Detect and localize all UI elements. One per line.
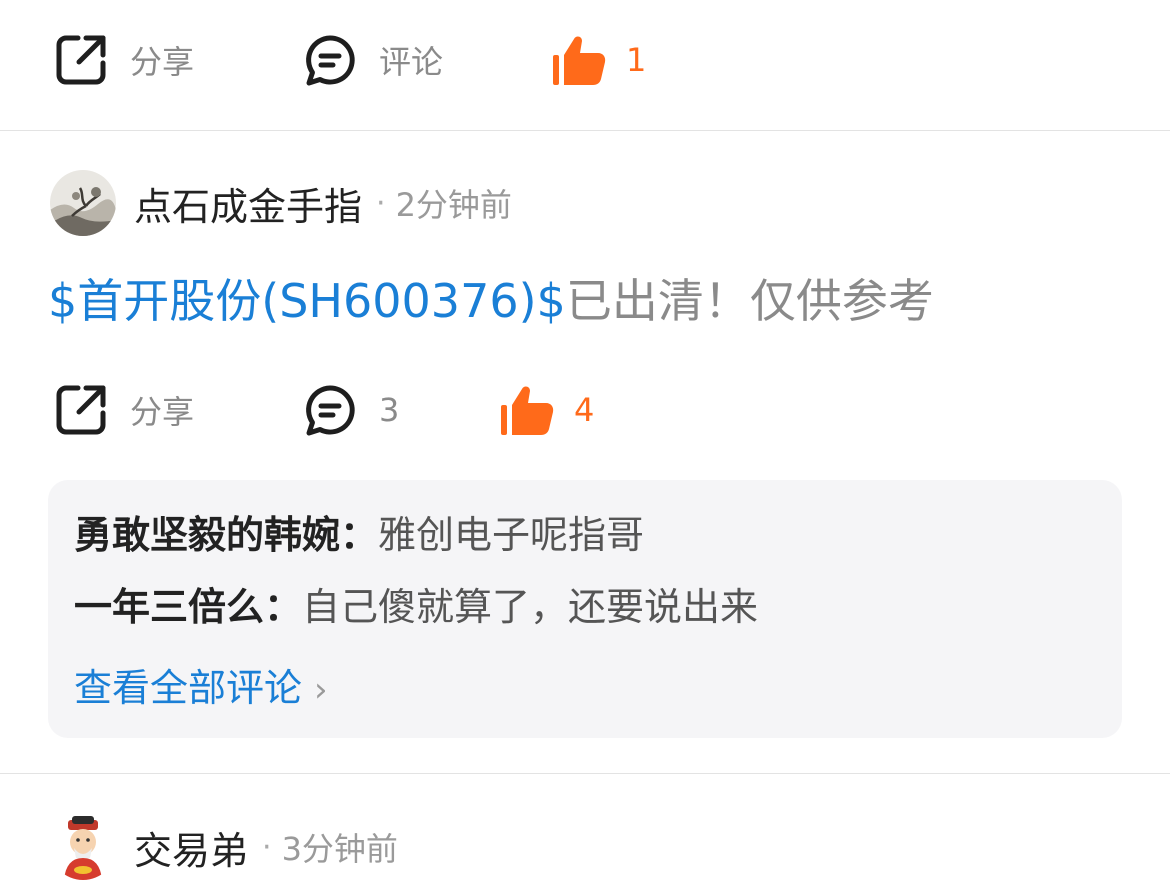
divider bbox=[0, 130, 1170, 131]
share-button[interactable]: 分享 bbox=[54, 380, 194, 440]
share-icon bbox=[54, 383, 108, 437]
comments-preview: 勇敢坚毅的韩婉：雅创电子呢指哥 一年三倍么：自己傻就算了，还要说出来 查看全部评… bbox=[48, 480, 1122, 738]
comment-text: 自己傻就算了，还要说出来 bbox=[302, 585, 759, 629]
next-post-author-row: 交易弟 · 3分钟前 bbox=[50, 814, 398, 880]
view-all-label: 查看全部评论 bbox=[74, 666, 303, 710]
share-icon bbox=[54, 33, 108, 87]
post-text: $首开股份(SH600376)$已出清！仅供参考 bbox=[48, 270, 934, 332]
post-time: 3分钟前 bbox=[281, 830, 398, 868]
comment-label: 评论 bbox=[379, 43, 444, 81]
like-button[interactable]: 1 bbox=[552, 30, 646, 90]
view-all-comments-link[interactable]: 查看全部评论 › bbox=[74, 662, 328, 716]
thumbs-up-icon bbox=[552, 33, 608, 87]
comment-item[interactable]: 一年三倍么：自己傻就算了，还要说出来 bbox=[74, 581, 758, 633]
like-count: 4 bbox=[574, 391, 595, 429]
divider bbox=[0, 773, 1170, 774]
comment-count: 3 bbox=[379, 391, 400, 429]
comment-button[interactable]: 评论 bbox=[303, 30, 443, 90]
avatar[interactable] bbox=[50, 814, 116, 880]
comment-button[interactable]: 3 bbox=[303, 380, 399, 440]
separator-dot: · bbox=[262, 829, 272, 865]
avatar[interactable] bbox=[50, 170, 116, 236]
comment-author: 勇敢坚毅的韩婉： bbox=[74, 513, 379, 557]
separator-dot: · bbox=[376, 185, 386, 221]
like-count: 1 bbox=[626, 41, 647, 79]
share-label: 分享 bbox=[130, 393, 195, 431]
top-action-bar: 分享 评论 1 bbox=[0, 30, 1170, 90]
comment-bubble-icon bbox=[303, 383, 357, 437]
post-author-row: 点石成金手指 · 2分钟前 bbox=[50, 170, 512, 236]
post-body: 已出清！仅供参考 bbox=[565, 274, 934, 328]
author-name[interactable]: 交易弟 bbox=[134, 820, 248, 875]
comment-author: 一年三倍么： bbox=[74, 585, 303, 629]
chevron-right-icon: › bbox=[314, 670, 328, 710]
author-name[interactable]: 点石成金手指 bbox=[134, 176, 362, 231]
stock-link[interactable]: $首开股份(SH600376)$ bbox=[48, 274, 566, 328]
share-button[interactable]: 分享 bbox=[54, 30, 194, 90]
thumbs-up-icon bbox=[500, 383, 556, 437]
comment-bubble-icon bbox=[303, 33, 357, 87]
post-time: 2分钟前 bbox=[395, 186, 512, 224]
comment-item[interactable]: 勇敢坚毅的韩婉：雅创电子呢指哥 bbox=[74, 509, 644, 561]
like-button[interactable]: 4 bbox=[500, 380, 594, 440]
share-label: 分享 bbox=[130, 43, 195, 81]
post-action-bar: 分享 3 4 bbox=[0, 380, 1170, 440]
comment-text: 雅创电子呢指哥 bbox=[378, 513, 645, 557]
